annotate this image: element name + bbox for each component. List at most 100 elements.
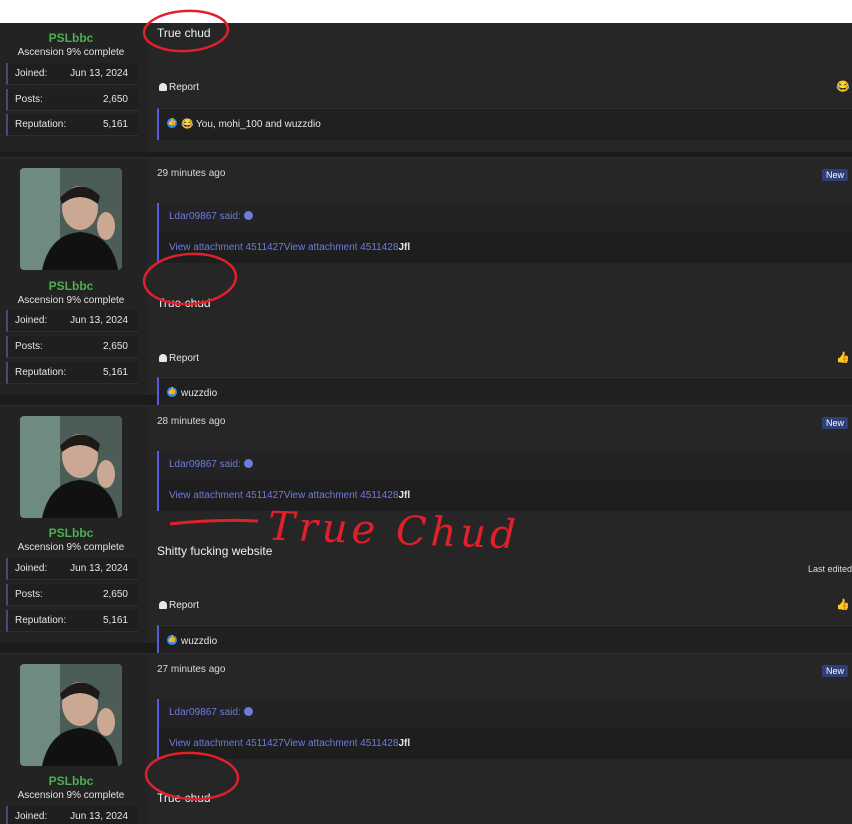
attachment-suffix: Jfl [398, 242, 411, 253]
post-timestamp[interactable]: 28 minutes ago [157, 416, 225, 427]
reactions-text: wuzzdio [181, 388, 218, 399]
stat-joined: Joined: Jun 13, 2024 [6, 806, 138, 824]
report-label: Report [169, 353, 200, 364]
post: PSLbbc Ascension 9% complete Joined: Jun … [0, 405, 852, 657]
attachment-text: View attachment 4511427View attachment 4… [169, 738, 399, 749]
username[interactable]: PSLbbc [0, 279, 142, 293]
post: PSLbbc Ascension 9% complete Joined: Jun … [0, 157, 852, 409]
post: PSLbbc Ascension 9% complete Joined: Jun … [0, 23, 852, 152]
user-panel: PSLbbc Ascension 9% complete Joined: Jun … [0, 158, 146, 395]
stat-value: 5,161 [102, 367, 128, 378]
reactions-bar[interactable]: 👍 😂 You, mohi_100 and wuzzdio [157, 108, 852, 140]
quote-content: View attachment 4511427View attachment 4… [159, 480, 852, 511]
quote-author[interactable]: Ldar09867 said: [169, 459, 253, 470]
username[interactable]: PSLbbc [0, 31, 142, 45]
react-icon[interactable]: 😂 [836, 80, 850, 93]
quote-block: Ldar09867 said: View attachment 4511427V… [157, 203, 852, 263]
post-message: True chud [157, 296, 211, 310]
stat-value: Jun 13, 2024 [70, 68, 128, 79]
avatar[interactable] [20, 168, 122, 270]
report-button[interactable]: Report [159, 600, 199, 611]
stat-label: Reputation: [15, 615, 67, 626]
avatar-image [20, 664, 122, 766]
stat-label: Reputation: [15, 367, 67, 378]
attachment-links[interactable]: View attachment 4511427View attachment 4… [169, 242, 410, 253]
bell-icon [159, 83, 167, 91]
post-message: True chud [157, 791, 211, 805]
username[interactable]: PSLbbc [0, 774, 142, 788]
stat-reputation: Reputation: 5,161 [6, 114, 138, 136]
post-timestamp[interactable]: 27 minutes ago [157, 664, 225, 675]
quote-block: Ldar09867 said: View attachment 4511427V… [157, 699, 852, 759]
stat-value: 5,161 [102, 119, 128, 130]
bell-icon [159, 601, 167, 609]
avatar-image [20, 416, 122, 518]
stat-label: Joined: [15, 315, 48, 326]
username[interactable]: PSLbbc [0, 526, 142, 540]
quote-author[interactable]: Ldar09867 said: [169, 211, 253, 222]
post-message: Shitty fucking website [157, 544, 273, 558]
report-button[interactable]: Report [159, 353, 199, 364]
quote-author-label: Ldar09867 said: [169, 211, 241, 222]
report-button[interactable]: Report [159, 82, 199, 93]
reactions-text: 😂 You, mohi_100 and wuzzdio [181, 119, 321, 130]
like-icon: 👍 [167, 118, 177, 128]
stat-posts: Posts: 2,650 [6, 584, 138, 606]
stat-value: 5,161 [102, 615, 128, 626]
stat-reputation: Reputation: 5,161 [6, 362, 138, 384]
user-panel: PSLbbc Ascension 9% complete Joined: Jun … [0, 406, 146, 643]
stat-joined: Joined: Jun 13, 2024 [6, 310, 138, 332]
post: PSLbbc Ascension 9% complete Joined: Jun … [0, 653, 852, 824]
post-timestamp[interactable]: 29 minutes ago [157, 168, 225, 179]
user-title: Ascension 9% complete [17, 542, 125, 553]
thread-page: PSLbbc Ascension 9% complete Joined: Jun … [0, 23, 852, 824]
avatar[interactable] [20, 416, 122, 518]
quote-author[interactable]: Ldar09867 said: [169, 707, 253, 718]
report-label: Report [169, 600, 200, 611]
stat-label: Posts: [15, 589, 43, 600]
arrow-up-icon[interactable] [243, 707, 253, 716]
quote-author-label: Ldar09867 said: [169, 707, 241, 718]
attachment-text: View attachment 4511427View attachment 4… [169, 490, 399, 501]
user-title: Ascension 9% complete [17, 47, 125, 58]
new-badge: New [821, 169, 848, 181]
reactions-text: wuzzdio [181, 636, 218, 647]
quote-content: View attachment 4511427View attachment 4… [159, 232, 852, 263]
stat-value: Jun 13, 2024 [70, 563, 128, 574]
quote-content: View attachment 4511427View attachment 4… [159, 728, 852, 759]
like-icon: 👍 [167, 635, 177, 645]
post-body: 27 minutes ago New Ldar09867 said: View … [147, 654, 852, 824]
stat-label: Joined: [15, 563, 48, 574]
avatar[interactable] [20, 664, 122, 766]
arrow-up-icon[interactable] [243, 211, 253, 220]
user-panel: PSLbbc Ascension 9% complete Joined: Jun … [0, 23, 146, 152]
stat-reputation: Reputation: 5,161 [6, 610, 138, 632]
like-button-icon[interactable]: 👍 [836, 351, 850, 364]
attachment-suffix: Jfl [398, 738, 411, 749]
user-panel: PSLbbc Ascension 9% complete Joined: Jun … [0, 654, 146, 824]
like-icon: 👍 [167, 387, 177, 397]
post-body: 28 minutes ago New Ldar09867 said: View … [147, 406, 852, 657]
arrow-up-icon[interactable] [243, 459, 253, 468]
stat-value: Jun 13, 2024 [70, 811, 128, 822]
post-message: True chud [157, 26, 211, 40]
stat-value: 2,650 [102, 589, 128, 600]
avatar-image [20, 168, 122, 270]
stat-value: Jun 13, 2024 [70, 315, 128, 326]
stat-label: Posts: [15, 341, 43, 352]
report-label: Report [169, 82, 200, 93]
stat-label: Reputation: [15, 119, 67, 130]
stat-label: Posts: [15, 94, 43, 105]
stat-label: Joined: [15, 811, 48, 822]
user-title: Ascension 9% complete [17, 295, 125, 306]
new-badge: New [821, 417, 848, 429]
user-title: Ascension 9% complete [17, 790, 125, 801]
like-button-icon[interactable]: 👍 [836, 598, 850, 611]
quote-author-label: Ldar09867 said: [169, 459, 241, 470]
last-edited[interactable]: Last edited [808, 564, 852, 574]
attachment-suffix: Jfl [398, 490, 411, 501]
stat-joined: Joined: Jun 13, 2024 [6, 63, 138, 85]
attachment-links[interactable]: View attachment 4511427View attachment 4… [169, 490, 410, 501]
attachment-links[interactable]: View attachment 4511427View attachment 4… [169, 738, 410, 749]
post-body: 29 minutes ago New Ldar09867 said: View … [147, 158, 852, 409]
